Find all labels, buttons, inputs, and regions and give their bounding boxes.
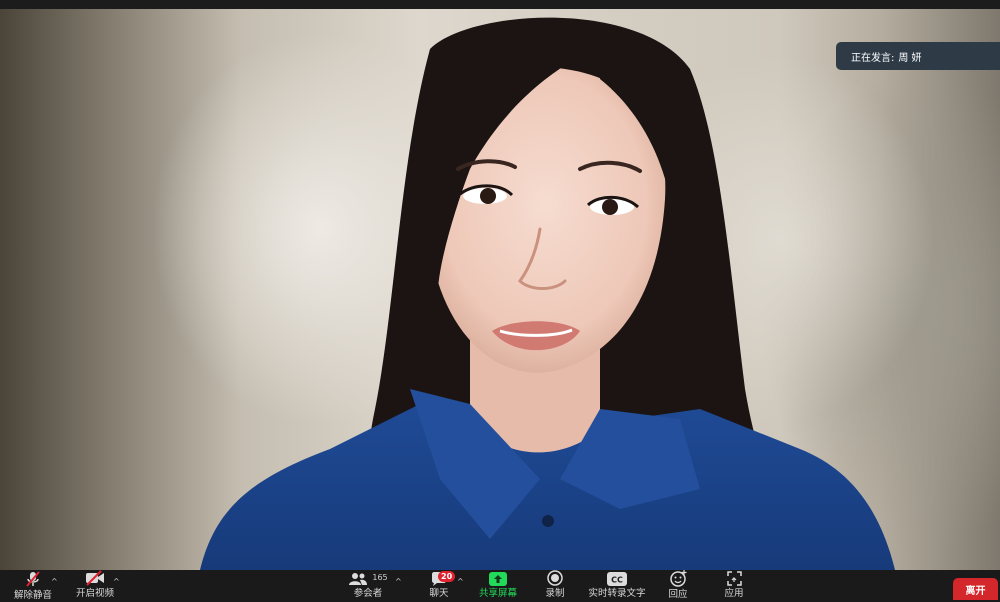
window-top-bar [0, 0, 1000, 9]
cc-icon: CC [607, 570, 627, 586]
unmute-label: 解除静音 [13, 590, 52, 601]
share-screen-label: 共享屏幕 [478, 588, 517, 599]
participants-button[interactable]: 165 参会者 [345, 570, 391, 600]
participants-options-chevron-icon[interactable]: ^ [395, 577, 402, 586]
apps-label: 应用 [724, 588, 744, 599]
apps-button[interactable]: 应用 [720, 570, 748, 600]
reactions-button[interactable]: 回应 [664, 570, 692, 600]
svg-text:CC: CC [611, 576, 623, 585]
chat-label: 聊天 [429, 588, 449, 599]
audio-options-chevron-icon[interactable]: ^ [51, 577, 58, 586]
share-screen-icon [489, 570, 507, 586]
record-button[interactable]: 录制 [540, 570, 570, 600]
participant-count: 165 [372, 573, 388, 582]
speaker-name: 周 妍 [898, 52, 922, 64]
video-off-icon [85, 570, 105, 586]
start-video-label: 开启视频 [75, 588, 114, 599]
live-transcript-label: 实时转录文字 [588, 588, 646, 599]
video-feed: 正在发言: 周 妍 [0, 9, 1000, 570]
record-icon [547, 570, 563, 586]
unmute-button[interactable]: 解除静音 [10, 570, 56, 601]
speaker-prefix: 正在发言: [851, 52, 895, 64]
chat-unread-badge: 20 [438, 571, 456, 582]
start-video-button[interactable]: 开启视频 [72, 570, 118, 600]
chat-button[interactable]: 20 聊天 [425, 570, 456, 600]
mic-muted-icon [24, 570, 42, 588]
live-transcript-button[interactable]: CC 实时转录文字 [587, 570, 647, 600]
reactions-label: 回应 [668, 589, 688, 600]
video-options-chevron-icon[interactable]: ^ [113, 577, 120, 586]
share-screen-button[interactable]: 共享屏幕 [476, 570, 520, 600]
leave-meeting-button[interactable]: 离开 [953, 578, 998, 600]
reaction-icon [669, 570, 687, 587]
meeting-toolbar: 解除静音 ^ 开启视频 ^ 165 参会者 ^ 20 聊天 ^ 共享屏幕 录制 … [0, 570, 1000, 601]
participants-label: 参会者 [353, 588, 383, 599]
speaker-video-image [200, 17, 895, 570]
participants-icon [349, 573, 368, 585]
chat-options-chevron-icon[interactable]: ^ [457, 577, 464, 586]
active-speaker-indicator: 正在发言: 周 妍 [836, 42, 1000, 70]
record-label: 录制 [545, 588, 565, 599]
apps-icon [726, 570, 742, 586]
